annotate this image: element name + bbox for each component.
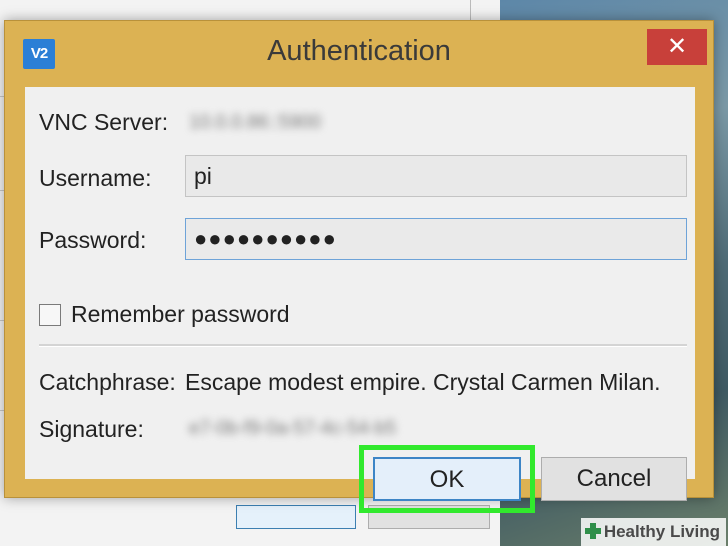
background-button: [236, 505, 356, 529]
close-button[interactable]: ✕: [647, 29, 707, 65]
remember-password-label[interactable]: Remember password: [71, 301, 290, 328]
username-label: Username:: [39, 165, 152, 191]
remember-password-checkbox[interactable]: [39, 304, 61, 326]
catchphrase-label: Catchphrase:: [39, 369, 176, 395]
cancel-button[interactable]: Cancel: [541, 457, 687, 501]
signature-label: Signature:: [39, 416, 144, 442]
password-label: Password:: [39, 227, 147, 253]
dialog-titlebar: V2 Authentication ✕: [5, 21, 713, 87]
signature-value: e7-0b-f9-0a-57-4c-54-b5: [189, 418, 397, 439]
watermark-text: Healthy Living: [603, 522, 720, 541]
plus-icon: [584, 523, 601, 539]
watermark: Healthy Living: [580, 518, 726, 546]
vnc-server-value: 10.0.0.86::5900: [189, 112, 322, 133]
password-field[interactable]: ●●●●●●●●●●: [185, 218, 687, 260]
divider: [39, 344, 687, 347]
catchphrase-value: Escape modest empire. Crystal Carmen Mil…: [185, 369, 661, 395]
ok-button[interactable]: OK: [373, 457, 521, 501]
dialog-content: VNC Server: 10.0.0.86::5900 Username: pi…: [25, 87, 695, 513]
authentication-dialog: V2 Authentication ✕ VNC Server: 10.0.0.8…: [4, 20, 714, 513]
dialog-title: Authentication: [267, 35, 451, 67]
username-field[interactable]: pi: [185, 155, 687, 197]
vnc-server-label: VNC Server:: [39, 109, 169, 135]
